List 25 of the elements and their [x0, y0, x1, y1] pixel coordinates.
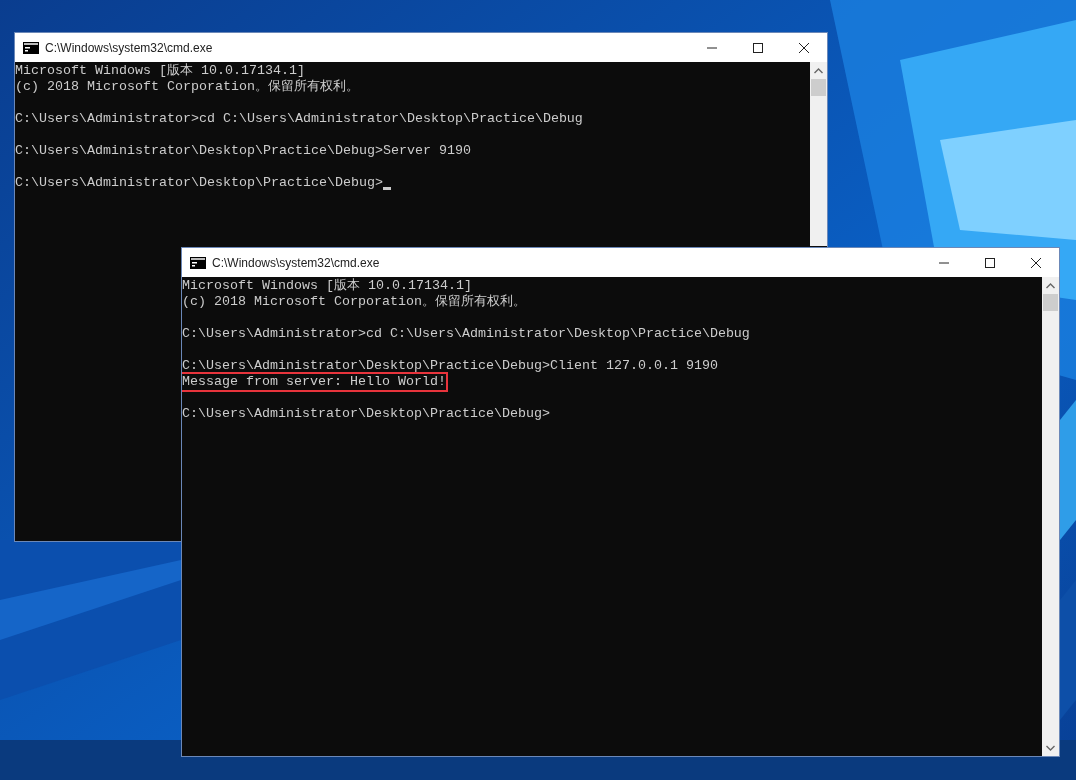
- scrollbar-thumb[interactable]: [1043, 294, 1058, 311]
- console-line: C:\Users\Administrator\Desktop\Practice\Debug>Server 9190: [15, 142, 472, 160]
- console-line: (c) 2018 Microsoft Corporation。保留所有权利。: [15, 78, 360, 96]
- window-title: C:\Windows\system32\cmd.exe: [45, 40, 213, 55]
- console-line: (c) 2018 Microsoft Corporation。保留所有权利。: [182, 293, 527, 311]
- close-icon[interactable]: [799, 42, 809, 53]
- console-line: C:\Users\Administrator\Desktop\Practice\Debug>: [182, 405, 551, 423]
- console-line: C:\Users\Administrator\Desktop\Practice\Debug>Client 127.0.0.1 9190: [182, 357, 719, 375]
- console-icon: [190, 256, 206, 269]
- console-line: Microsoft Windows [版本 10.0.17134.1]: [15, 62, 306, 79]
- scroll-up-icon[interactable]: [814, 68, 823, 74]
- console-line: C:\Users\Administrator\Desktop\Practice\Debug>: [15, 174, 384, 192]
- console-line: C:\Users\Administrator>cd C:\Users\Administrator\Desktop\Practice\Debug: [182, 325, 751, 343]
- console-line: Microsoft Windows [版本 10.0.17134.1]: [182, 277, 473, 294]
- console-line: C:\Users\Administrator>cd C:\Users\Administrator\Desktop\Practice\Debug: [15, 110, 584, 128]
- maximize-icon[interactable]: [753, 42, 763, 53]
- console-icon: [23, 41, 39, 54]
- scrollbar[interactable]: [810, 62, 827, 246]
- scrollbar-thumb[interactable]: [811, 79, 826, 96]
- close-icon[interactable]: [1031, 257, 1041, 268]
- window-title: C:\Windows\system32\cmd.exe: [212, 255, 380, 270]
- scroll-up-icon[interactable]: [1046, 283, 1055, 289]
- maximize-icon[interactable]: [985, 257, 995, 268]
- scroll-down-icon[interactable]: [1046, 745, 1055, 751]
- scrollbar[interactable]: [1042, 277, 1059, 756]
